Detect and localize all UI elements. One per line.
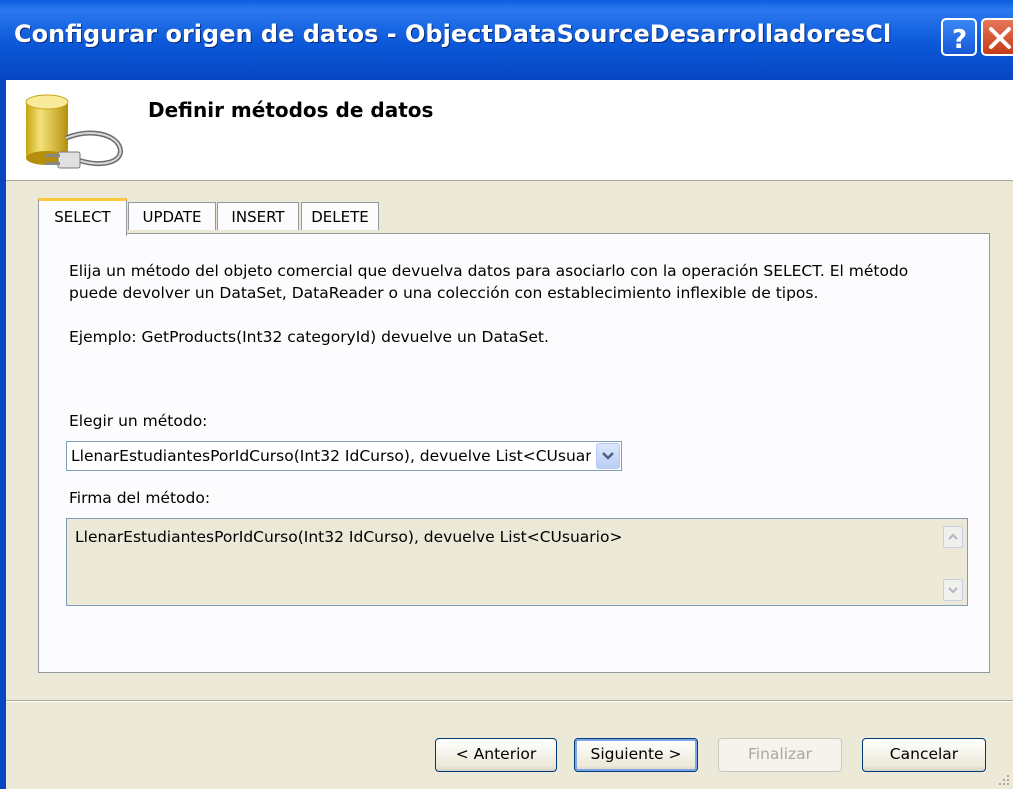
next-button[interactable]: Siguiente > <box>574 738 698 772</box>
method-signature-text: LlenarEstudiantesPorIdCurso(Int32 IdCurs… <box>75 528 623 546</box>
database-plug-icon <box>25 94 123 169</box>
choose-method-label: Elegir un método: <box>69 412 208 430</box>
example-text: Ejemplo: GetProducts(Int32 categoryId) d… <box>69 328 549 346</box>
close-icon <box>989 27 1011 49</box>
svg-text:?: ? <box>952 25 967 55</box>
method-signature-box: LlenarEstudiantesPorIdCurso(Int32 IdCurs… <box>66 518 968 606</box>
page-title: Definir métodos de datos <box>148 98 434 122</box>
tab-delete[interactable]: DELETE <box>301 202 379 230</box>
dropdown-button[interactable] <box>596 443 620 469</box>
method-dropdown[interactable]: LlenarEstudiantesPorIdCurso(Int32 IdCurs… <box>66 441 622 471</box>
window-frame-left <box>0 80 6 789</box>
method-signature-label: Firma del método: <box>69 489 211 507</box>
finish-button[interactable]: Finalizar <box>718 738 842 772</box>
tab-select[interactable]: SELECT <box>38 198 127 236</box>
footer-separator <box>6 700 1013 702</box>
cancel-button[interactable]: Cancelar <box>862 738 986 772</box>
configure-data-source-dialog: Configurar origen de datos - ObjectDataS… <box>0 0 1013 789</box>
chevron-up-icon <box>948 533 958 540</box>
scroll-up-button[interactable] <box>943 526 963 548</box>
back-button[interactable]: < Anterior <box>435 738 557 772</box>
select-tab-panel: Elija un método del objeto comercial que… <box>38 233 990 673</box>
tab-update[interactable]: UPDATE <box>128 202 216 230</box>
select-description: Elija un método del objeto comercial que… <box>69 262 909 302</box>
tab-insert[interactable]: INSERT <box>217 202 299 230</box>
chevron-down-icon <box>948 587 958 594</box>
title-bar[interactable]: Configurar origen de datos - ObjectDataS… <box>0 0 1013 80</box>
resize-grip-icon[interactable] <box>997 773 1011 787</box>
help-button[interactable]: ? <box>941 18 977 56</box>
scroll-down-button[interactable] <box>943 579 963 601</box>
chevron-down-icon <box>602 452 614 460</box>
method-dropdown-value: LlenarEstudiantesPorIdCurso(Int32 IdCurs… <box>71 447 591 465</box>
wizard-header: Definir métodos de datos <box>6 80 1013 181</box>
close-button[interactable] <box>981 18 1013 56</box>
window-title: Configurar origen de datos - ObjectDataS… <box>14 20 892 48</box>
help-icon: ? <box>952 25 967 55</box>
